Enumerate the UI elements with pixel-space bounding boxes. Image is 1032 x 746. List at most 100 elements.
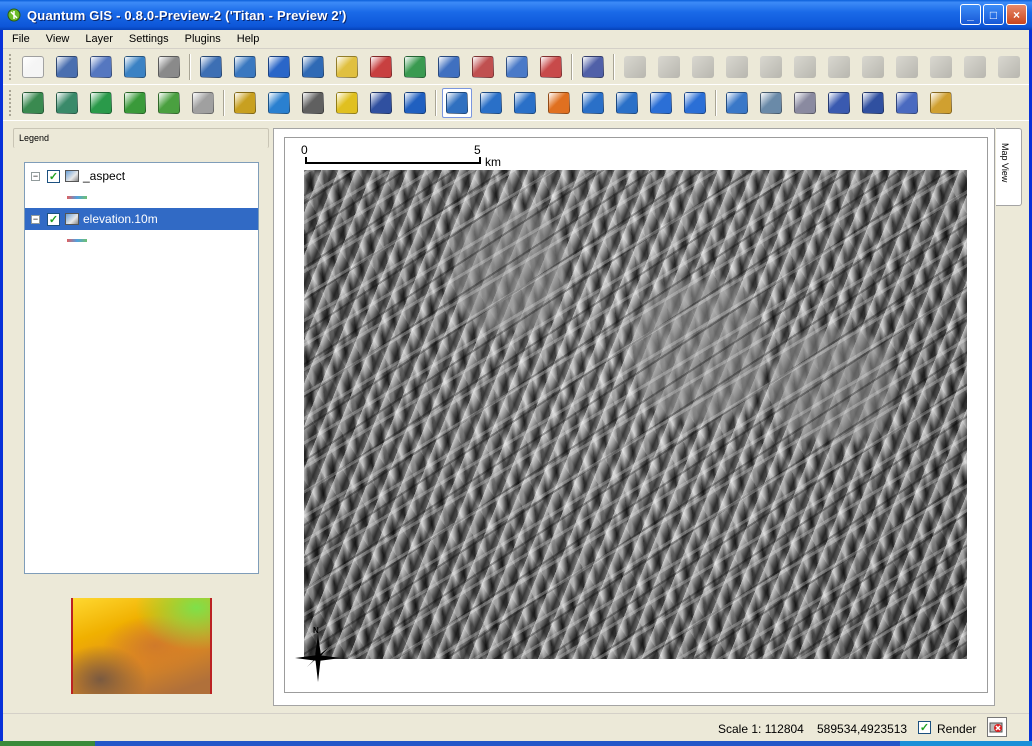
save-as-button[interactable] [86, 52, 116, 82]
layer-symbol-ramp [67, 239, 87, 242]
overview-map[interactable] [71, 598, 212, 694]
save-as-icon [90, 55, 112, 78]
remove-layer-button[interactable] [366, 52, 396, 82]
legend-layer-aspect[interactable]: − ✓ _aspect [25, 165, 258, 187]
toggle-editing-button[interactable] [620, 52, 650, 82]
help-book-button[interactable] [578, 52, 608, 82]
paste-features-button[interactable] [994, 52, 1024, 82]
zoom-to-layer-button[interactable] [612, 88, 642, 118]
copy-features-button[interactable] [960, 52, 990, 82]
scalebar-bar [305, 157, 481, 164]
close-button[interactable]: × [1006, 4, 1027, 25]
toolbar-grip[interactable] [9, 89, 12, 116]
measure-area-icon [862, 91, 884, 114]
refresh-button[interactable] [400, 52, 430, 82]
capture-point-button[interactable] [654, 52, 684, 82]
open-project-button[interactable] [120, 52, 150, 82]
menu-view[interactable]: View [37, 33, 77, 45]
menu-layer[interactable]: Layer [76, 33, 120, 45]
new-project-button[interactable] [18, 52, 48, 82]
select-features-button[interactable] [756, 88, 786, 118]
capture-line-button[interactable] [688, 52, 718, 82]
tab-map-view[interactable]: Map View [996, 128, 1022, 206]
render-checkbox[interactable]: ✓ [918, 721, 931, 734]
digitize-button[interactable] [120, 88, 150, 118]
new-bookmark-button[interactable] [926, 88, 956, 118]
add-vector-layer-icon [336, 55, 358, 78]
print-button[interactable] [154, 52, 184, 82]
qgis-main-window: Quantum GIS - 0.8.0-Preview-2 ('Titan - … [0, 0, 1032, 746]
hillshade-raster[interactable] [304, 170, 967, 659]
add-layer-to-overview-button[interactable] [434, 52, 464, 82]
menu-help[interactable]: Help [228, 33, 267, 45]
add-vector-layer-button[interactable] [332, 52, 362, 82]
move-vertex-button[interactable] [892, 52, 922, 82]
scalebar-button[interactable] [366, 88, 396, 118]
geometry-icon [158, 91, 180, 114]
hide-all-layers-button[interactable] [536, 52, 566, 82]
tools-button[interactable] [86, 88, 116, 118]
menu-plugins[interactable]: Plugins [176, 33, 228, 45]
collapse-icon[interactable]: − [31, 214, 40, 224]
pan-hand-button[interactable] [442, 87, 472, 118]
layer-visibility-checkbox[interactable]: ✓ [47, 169, 60, 183]
python-console-button[interactable] [52, 88, 82, 118]
globe-button[interactable] [264, 88, 294, 118]
measure-line-button[interactable] [230, 88, 260, 118]
export-map-button[interactable] [230, 52, 260, 82]
vertex-button[interactable] [188, 88, 218, 118]
legend-tree[interactable]: − ✓ _aspect − ✓ elevation.10m [24, 162, 259, 574]
zoom-full-button[interactable] [544, 88, 574, 118]
open-table-button[interactable] [790, 88, 820, 118]
qgis-app-icon [6, 7, 22, 23]
identify-button[interactable] [722, 88, 752, 118]
zoom-to-selection-button[interactable] [578, 88, 608, 118]
layer-visibility-checkbox[interactable]: ✓ [47, 212, 60, 226]
grid-button[interactable] [332, 88, 362, 118]
maximize-button[interactable]: □ [983, 4, 1004, 25]
zoom-out-button[interactable] [510, 88, 540, 118]
save-edits-button[interactable] [756, 52, 786, 82]
add-island-button[interactable] [824, 52, 854, 82]
geometry-button[interactable] [154, 88, 184, 118]
zoom-full-icon [548, 91, 570, 114]
zoom-last-button[interactable] [646, 88, 676, 118]
refresh-map-button[interactable] [680, 88, 710, 118]
zoom-out-icon [514, 91, 536, 114]
add-wms-layer-button[interactable] [298, 52, 328, 82]
identify-icon [726, 91, 748, 114]
north-arrow-button[interactable] [400, 88, 430, 118]
cut-features-button[interactable] [926, 52, 956, 82]
north-arrow-icon [404, 91, 426, 114]
refresh-icon [404, 55, 426, 78]
minimize-button[interactable]: _ [960, 4, 981, 25]
add-wms-layer-icon [302, 55, 324, 78]
measure-area-button[interactable] [858, 88, 888, 118]
map-tips-button[interactable] [892, 88, 922, 118]
help-book-icon [582, 55, 604, 78]
map-composer-button[interactable] [196, 52, 226, 82]
plugin-manager-button[interactable] [18, 88, 48, 118]
remove-from-overview-button[interactable] [468, 52, 498, 82]
save-project-button[interactable] [52, 52, 82, 82]
delete-selected-button[interactable] [858, 52, 888, 82]
menu-settings[interactable]: Settings [120, 33, 176, 45]
scalebar: 0 5 km [301, 143, 513, 169]
add-database-layer-button[interactable] [264, 52, 294, 82]
gps-button[interactable] [298, 88, 328, 118]
add-ring-button[interactable] [790, 52, 820, 82]
stop-render-button[interactable] [987, 717, 1007, 737]
measure-button[interactable] [824, 88, 854, 118]
zoom-in-button[interactable] [476, 88, 506, 118]
legend-layer-elevation[interactable]: − ✓ elevation.10m [25, 208, 258, 230]
scale-readout[interactable]: Scale 1: 112804 [718, 722, 804, 736]
scalebar-icon [370, 91, 392, 114]
capture-polygon-button[interactable] [722, 52, 752, 82]
menu-file[interactable]: File [3, 33, 37, 45]
toolbar-grip[interactable] [9, 53, 12, 80]
title-bar[interactable]: Quantum GIS - 0.8.0-Preview-2 ('Titan - … [0, 0, 1032, 30]
open-project-icon [124, 55, 146, 78]
capture-point-icon [658, 55, 680, 78]
collapse-icon[interactable]: − [31, 171, 40, 181]
show-all-layers-button[interactable] [502, 52, 532, 82]
